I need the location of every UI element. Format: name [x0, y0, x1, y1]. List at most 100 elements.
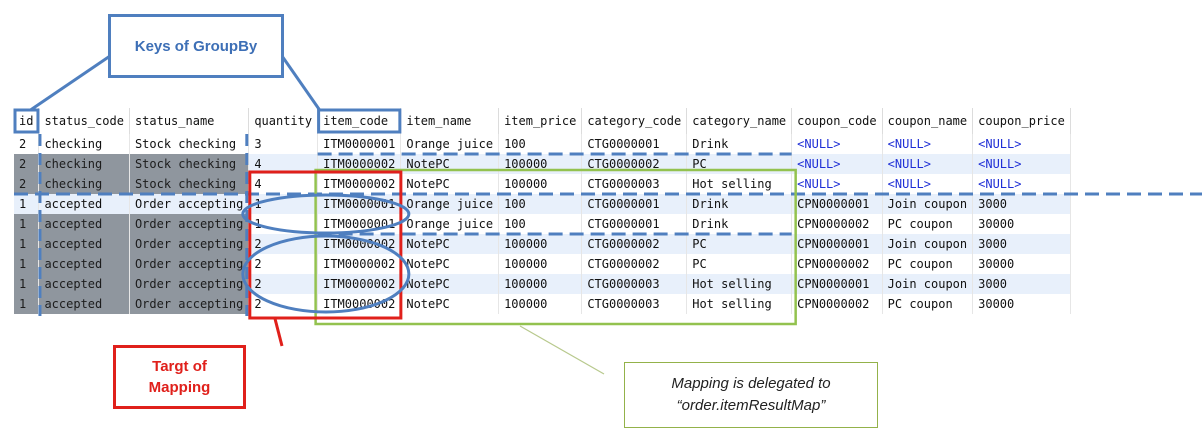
cell-quantity: 2 — [248, 254, 319, 274]
cell-category-name: Hot selling — [686, 174, 793, 194]
cell-quantity: 3 — [248, 134, 319, 154]
mapping-delegated-callout: Mapping is delegated to “order.itemResul… — [624, 362, 878, 428]
target-callout-line-2: Mapping — [148, 379, 211, 396]
cell-item-name: Orange juice — [400, 214, 500, 234]
cell-status-code: accepted — [38, 254, 130, 274]
cell-coupon-name: Join coupon — [882, 194, 974, 214]
cell-item-price: 100000 — [498, 274, 583, 294]
cell-item-code: ITM0000002 — [317, 174, 402, 194]
cell-coupon-price: 3000 — [972, 194, 1071, 214]
diagram-stage: id status_code status_name quantity item_cod… — [0, 0, 1202, 435]
cell-status-name: Stock checking — [129, 174, 250, 194]
cell-coupon-name: <NULL> — [882, 134, 974, 154]
column-header-status-code: status_code — [38, 108, 130, 134]
table-row: 1 accepted Order accepting 2 ITM0000002 NoteP… — [14, 294, 1071, 314]
cell-id: 2 — [14, 154, 40, 174]
table-row: 1 accepted Order accepting 2 ITM0000002 NoteP… — [14, 254, 1071, 274]
cell-category-name: Hot selling — [686, 294, 793, 314]
cell-status-code: checking — [38, 174, 130, 194]
column-header-id: id — [14, 108, 40, 134]
cell-quantity: 4 — [248, 174, 319, 194]
cell-status-name: Order accepting — [129, 254, 250, 274]
cell-status-name: Order accepting — [129, 294, 250, 314]
cell-item-code: ITM0000002 — [317, 294, 402, 314]
cell-coupon-name: Join coupon — [882, 274, 974, 294]
delegate-callout-line-2: “order.itemResultMap” — [676, 397, 826, 414]
cell-id: 1 — [14, 274, 40, 294]
cell-coupon-price: 30000 — [972, 214, 1071, 234]
cell-category-code: CTG0000001 — [581, 214, 688, 234]
table-row: 2 checking Stock checking 4 ITM0000002 NotePC… — [14, 154, 1071, 174]
cell-id: 1 — [14, 194, 40, 214]
cell-status-name: Order accepting — [129, 274, 250, 294]
cell-status-code: accepted — [38, 274, 130, 294]
cell-status-code: accepted — [38, 194, 130, 214]
cell-coupon-code: CPN0000001 — [791, 234, 883, 254]
column-header-category-code: category_code — [581, 108, 688, 134]
target-callout-line-1: Targt of — [152, 358, 207, 375]
cell-item-price: 100000 — [498, 294, 583, 314]
column-header-item-price: item_price — [498, 108, 583, 134]
cell-coupon-name: PC coupon — [882, 294, 974, 314]
table-header-row: id status_code status_name quantity item_cod… — [14, 108, 1071, 134]
cell-id: 2 — [14, 174, 40, 194]
column-header-coupon-price: coupon_price — [972, 108, 1071, 134]
keys-connector-item-code — [280, 55, 321, 111]
cell-category-code: CTG0000002 — [581, 154, 688, 174]
cell-coupon-code: <NULL> — [791, 154, 883, 174]
target-connector — [273, 317, 284, 347]
cell-item-code: ITM0000001 — [317, 214, 402, 234]
cell-id: 1 — [14, 214, 40, 234]
table-row: 1 accepted Order accepting 1 ITM0000001 Orang… — [14, 214, 1071, 234]
column-header-coupon-code: coupon_code — [791, 108, 883, 134]
column-header-coupon-name: coupon_name — [882, 108, 974, 134]
cell-coupon-code: CPN0000001 — [791, 194, 883, 214]
cell-id: 1 — [14, 294, 40, 314]
table-row: 2 checking Stock checking 3 ITM0000001 Orange… — [14, 134, 1071, 154]
result-table: id status_code status_name quantity item_cod… — [14, 108, 1071, 314]
cell-item-price: 100000 — [498, 174, 583, 194]
cell-item-name: NotePC — [400, 234, 500, 254]
cell-id: 2 — [14, 134, 40, 154]
column-header-item-name: item_name — [400, 108, 500, 134]
cell-item-price: 100000 — [498, 234, 583, 254]
cell-status-code: accepted — [38, 294, 130, 314]
cell-coupon-price: 30000 — [972, 294, 1071, 314]
cell-coupon-name: <NULL> — [882, 174, 974, 194]
delegate-connector — [519, 325, 605, 375]
cell-item-price: 100 — [498, 214, 583, 234]
delegate-callout-line-1: Mapping is delegated to — [671, 375, 831, 392]
cell-quantity: 1 — [248, 194, 319, 214]
cell-item-code: ITM0000002 — [317, 274, 402, 294]
keys-connector-id — [29, 54, 111, 112]
cell-item-code: ITM0000001 — [317, 194, 402, 214]
cell-coupon-price: 3000 — [972, 274, 1071, 294]
cell-coupon-name: <NULL> — [882, 154, 974, 174]
column-header-quantity: quantity — [248, 108, 319, 134]
cell-coupon-code: CPN0000002 — [791, 294, 883, 314]
cell-status-code: accepted — [38, 234, 130, 254]
table-row: 1 accepted Order accepting 1 ITM0000001 Orang… — [14, 194, 1071, 214]
cell-status-code: checking — [38, 134, 130, 154]
cell-category-code: CTG0000002 — [581, 254, 688, 274]
cell-item-code: ITM0000002 — [317, 234, 402, 254]
cell-status-name: Order accepting — [129, 234, 250, 254]
cell-coupon-name: PC coupon — [882, 214, 974, 234]
cell-item-price: 100000 — [498, 154, 583, 174]
cell-item-name: NotePC — [400, 254, 500, 274]
table-row: 1 accepted Order accepting 2 ITM0000002 NoteP… — [14, 234, 1071, 254]
table-row: 2 checking Stock checking 4 ITM0000002 NotePC… — [14, 174, 1071, 194]
cell-quantity: 2 — [248, 234, 319, 254]
cell-coupon-code: CPN0000002 — [791, 254, 883, 274]
cell-item-name: NotePC — [400, 154, 500, 174]
cell-category-name: PC — [686, 154, 793, 174]
cell-category-code: CTG0000002 — [581, 234, 688, 254]
cell-coupon-price: <NULL> — [972, 154, 1071, 174]
cell-status-name: Order accepting — [129, 194, 250, 214]
cell-status-code: checking — [38, 154, 130, 174]
cell-coupon-price: <NULL> — [972, 174, 1071, 194]
cell-category-code: CTG0000003 — [581, 294, 688, 314]
cell-item-price: 100 — [498, 134, 583, 154]
keys-callout-text: Keys of GroupBy — [134, 37, 258, 55]
cell-coupon-code: CPN0000001 — [791, 274, 883, 294]
